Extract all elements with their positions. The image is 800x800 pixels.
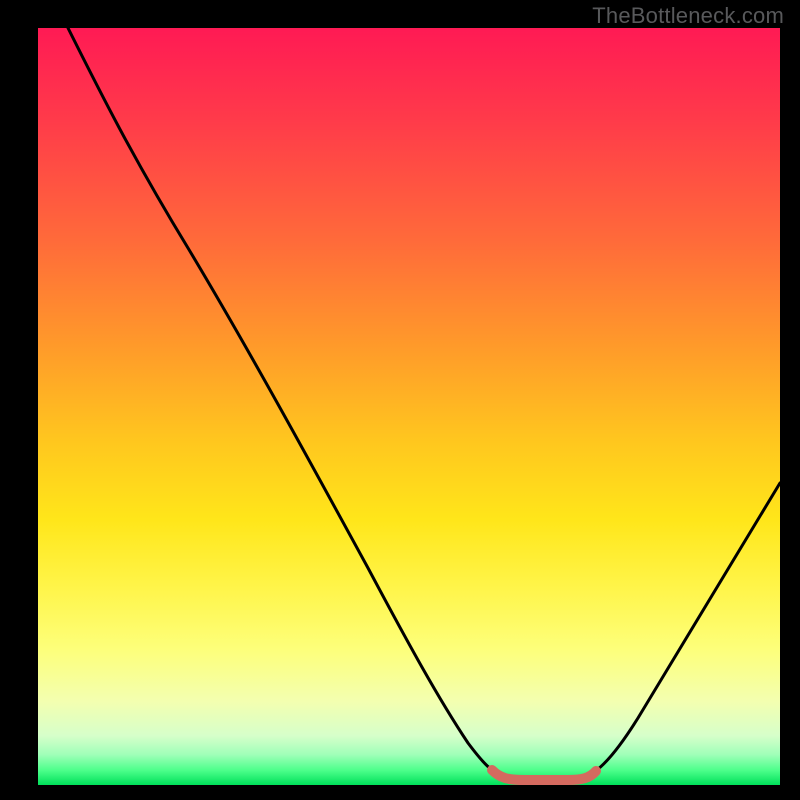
bottleneck-curve: [68, 28, 780, 778]
plot-area: [38, 28, 780, 785]
watermark-text: TheBottleneck.com: [592, 3, 784, 29]
trough-marker: [492, 770, 596, 780]
curve-layer: [38, 28, 780, 785]
chart-frame: TheBottleneck.com: [0, 0, 800, 800]
